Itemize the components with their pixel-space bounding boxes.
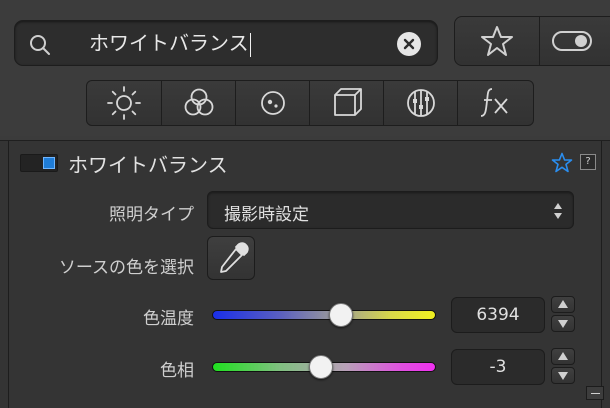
tab-local-adjustments[interactable] (383, 81, 457, 125)
temperature-label: 色温度 (143, 309, 194, 329)
effects-icon (480, 88, 508, 117)
color-icon (184, 88, 213, 116)
star-icon (481, 26, 513, 56)
toggle-switch-button[interactable] (539, 17, 610, 65)
tint-slider-thumb[interactable] (309, 355, 333, 379)
temperature-value-field[interactable]: 6394 (451, 297, 545, 333)
lighting-type-value: 撮影時設定 (224, 205, 309, 225)
geometry-icon (333, 88, 362, 116)
chevron-down-icon (558, 372, 568, 380)
temperature-slider-thumb[interactable] (329, 303, 353, 327)
chevron-down-icon (558, 320, 568, 328)
help-button[interactable]: ? (580, 154, 596, 170)
eyedropper-icon (220, 242, 249, 273)
top-right-buttons (454, 16, 610, 66)
temperature-slider-track[interactable] (212, 310, 436, 320)
tab-effects[interactable] (457, 81, 531, 125)
section-title: ホワイトバランス (68, 153, 228, 177)
search-text: ホワイトバランス (89, 31, 249, 55)
tab-detail[interactable] (235, 81, 309, 125)
source-color-label: ソースの色を選択 (58, 258, 194, 278)
collapse-button[interactable] (586, 386, 604, 400)
text-caret (249, 32, 251, 57)
light-icon (107, 86, 141, 120)
toggle-knob (43, 157, 55, 169)
detail-icon (260, 91, 285, 115)
tint-stepper[interactable] (551, 348, 575, 384)
lighting-type-select[interactable]: 撮影時設定 (207, 191, 574, 229)
tool-tabs (86, 80, 534, 126)
eyedropper-button[interactable] (207, 236, 255, 280)
chevron-up-icon (558, 352, 568, 360)
search-field[interactable]: ホワイトバランス (14, 20, 438, 66)
local-adjustments-icon (406, 89, 435, 117)
enable-tool-toggle[interactable] (20, 154, 58, 172)
temperature-decrement[interactable] (551, 315, 575, 332)
tint-value-field[interactable]: -3 (451, 349, 545, 385)
favorites-button[interactable] (455, 17, 539, 65)
tab-light[interactable] (87, 81, 161, 125)
temperature-stepper[interactable] (551, 296, 575, 332)
clear-search-button[interactable] (397, 32, 421, 56)
tint-label: 色相 (160, 361, 194, 381)
lighting-type-label: 照明タイプ (109, 205, 194, 225)
search-input[interactable]: ホワイトバランス (89, 29, 389, 57)
temperature-increment[interactable] (551, 296, 575, 313)
tab-color[interactable] (161, 81, 235, 125)
search-icon (30, 35, 50, 55)
tint-increment[interactable] (551, 348, 575, 365)
clear-search-icon (403, 38, 415, 50)
toggle-switch-icon (551, 31, 592, 51)
chevron-up-icon (558, 300, 568, 308)
star-icon[interactable] (551, 152, 573, 174)
updown-arrows-icon (554, 203, 562, 219)
tint-decrement[interactable] (551, 367, 575, 384)
tab-geometry[interactable] (309, 81, 383, 125)
